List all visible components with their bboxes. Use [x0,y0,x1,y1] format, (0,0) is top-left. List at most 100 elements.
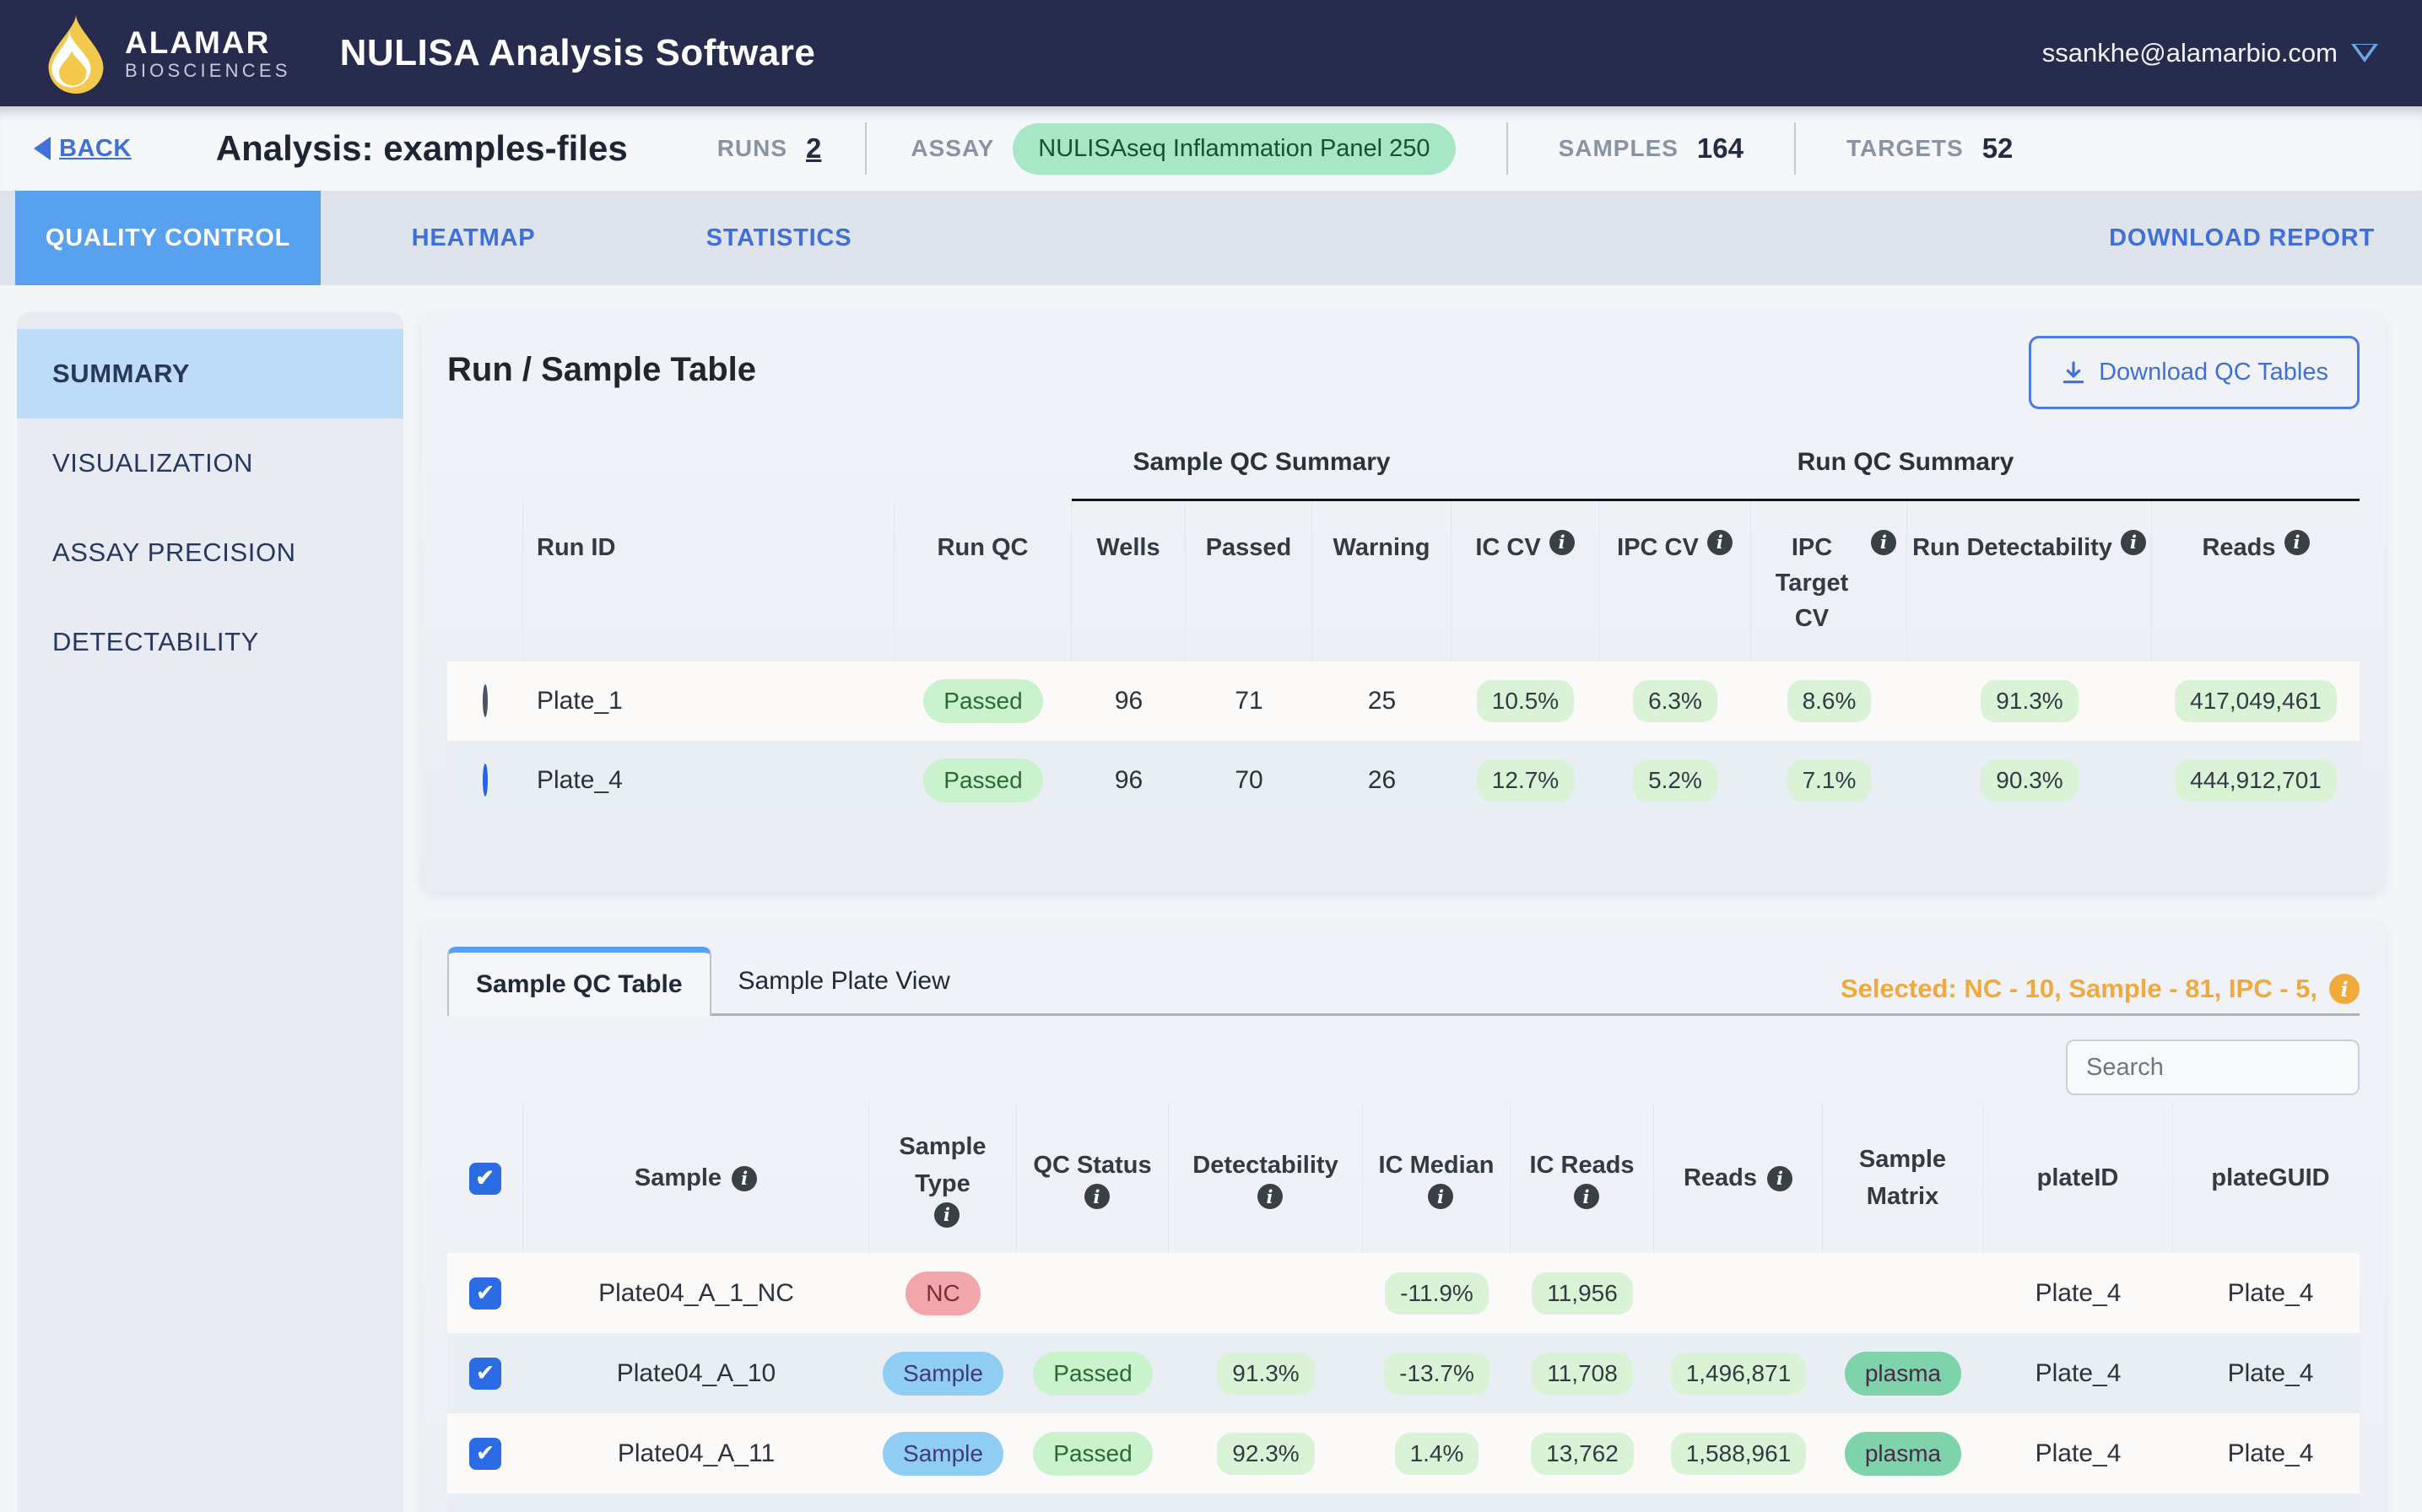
brand-logo: ALAMAR BIOSCIENCES [44,14,291,94]
runs-value[interactable]: 2 [806,132,821,165]
col-detectability: Detectabilityi [1169,1104,1363,1253]
col-reads: Readsi [1654,1104,1823,1253]
col-sample: Samplei [523,1104,869,1253]
run-table: Sample QC Summary Run QC Summary Run ID … [447,448,2360,820]
divider [1794,122,1796,175]
run-radio-plate4[interactable] [483,764,488,796]
col-run-qc: Run QC [895,501,1072,662]
download-report-button[interactable]: DOWNLOAD REPORT [2109,191,2422,285]
sidebar-item-assay-precision[interactable]: ASSAY PRECISION [17,508,403,597]
info-icon[interactable]: i [1257,1184,1283,1209]
user-menu[interactable]: ssankhe@alamarbio.com [2042,38,2378,68]
col-ic-median: IC Mediani [1363,1104,1511,1253]
ipc-target-cv-value: 7.1% [1787,759,1872,802]
ipc-cv-value: 6.3% [1633,680,1717,722]
chevron-down-icon[interactable] [2351,44,2378,62]
assay-stat: ASSAY NULISAseq Inflammation Panel 250 [911,123,1455,175]
sample-table-header: ✔ Samplei Sample Typei QC Statusi Detect… [447,1104,2360,1253]
wells-value: 96 [1072,766,1186,795]
table-row[interactable]: Plate_4 Passed 96 70 26 12.7% 5.2% 7.1% … [447,741,2360,820]
brand-name: ALAMAR [125,27,291,58]
info-icon[interactable]: i [1707,530,1733,555]
info-icon[interactable]: i [2121,530,2146,555]
run-qc-badge: Passed [923,679,1042,723]
detectability: 91.3% [1217,1353,1314,1395]
run-detectability-value: 91.3% [1981,680,2078,722]
samples-label: SAMPLES [1559,135,1679,162]
sample-type-badge: Sample [883,1352,1003,1396]
plate-id: Plate_4 [1983,1359,2173,1388]
table-row[interactable]: ✔ Plate04_A_12_IPC_rep1 IPC Passed 96.1%… [447,1493,2360,1512]
download-icon [2060,359,2087,386]
plate-guid: Plate_4 [2173,1359,2368,1388]
tab-quality-control[interactable]: QUALITY CONTROL [15,191,321,285]
sidebar-item-detectability[interactable]: DETECTABILITY [17,597,403,687]
qc-sidebar: SUMMARY VISUALIZATION ASSAY PRECISION DE… [17,312,403,1512]
info-icon-orange[interactable]: i [2329,974,2360,1004]
ic-median: -11.9% [1385,1272,1489,1315]
back-button[interactable]: BACK [34,135,132,163]
sidebar-item-summary[interactable]: SUMMARY [17,329,403,418]
app-window: ALAMAR BIOSCIENCES NULISA Analysis Softw… [0,0,2422,1512]
info-icon[interactable]: i [1767,1166,1792,1191]
ic-cv-value: 12.7% [1477,759,1574,802]
tab-heatmap[interactable]: HEATMAP [321,191,626,285]
col-ipc-cv: IPC CVi [1599,501,1751,662]
main-content: Run / Sample Table Download QC Tables Sa… [422,285,2385,1512]
info-icon[interactable]: i [732,1166,757,1191]
run-radio-plate1[interactable] [483,684,488,717]
tab-sample-plate-view[interactable]: Sample Plate View [711,947,977,1016]
app-title: NULISA Analysis Software [340,32,816,74]
col-ic-cv: IC CVi [1452,501,1599,662]
col-plate-guid: plateGUID [2173,1104,2368,1253]
row-checkbox[interactable]: ✔ [469,1438,501,1470]
page-title: Analysis: examples-files [216,128,628,169]
main-tabbar: QUALITY CONTROL HEATMAP STATISTICS DOWNL… [0,191,2422,285]
sample-name: Plate04_A_10 [523,1359,869,1388]
sidebar-item-visualization[interactable]: VISUALIZATION [17,418,403,508]
info-icon[interactable]: i [2284,530,2310,555]
table-row[interactable]: ✔ Plate04_A_1_NC NC -11.9% 11,956 Plate_… [447,1253,2360,1333]
divider [1506,122,1508,175]
run-id: Plate_1 [523,687,895,716]
info-icon[interactable]: i [1574,1184,1599,1209]
sample-name: Plate04_A_1_NC [523,1279,869,1308]
runs-label: RUNS [717,135,787,162]
col-qc-status: QC Statusi [1017,1104,1169,1253]
reads: 1,496,871 [1671,1353,1807,1395]
tab-statistics[interactable]: STATISTICS [626,191,932,285]
run-table-header: Run ID Run QC Wells Passed Warning IC CV… [447,501,2360,662]
select-all-checkbox[interactable]: ✔ [469,1163,501,1195]
wells-value: 96 [1072,687,1186,716]
info-icon[interactable]: i [1549,530,1575,555]
ipc-cv-value: 5.2% [1633,759,1717,802]
table-row[interactable]: Plate_1 Passed 96 71 25 10.5% 6.3% 8.6% … [447,662,2360,741]
run-table-group-header: Sample QC Summary Run QC Summary [447,448,2360,501]
col-passed: Passed [1186,501,1312,662]
tab-sample-qc-table[interactable]: Sample QC Table [447,947,711,1016]
selected-summary: Selected: NC - 10, Sample - 81, IPC - 5,… [1841,974,2360,1016]
assay-badge: NULISAseq Inflammation Panel 250 [1013,123,1455,175]
qc-status-badge: Passed [1033,1352,1152,1396]
search-input[interactable] [2066,1040,2360,1095]
download-qc-tables-button[interactable]: Download QC Tables [2029,336,2360,409]
row-checkbox[interactable]: ✔ [469,1358,501,1390]
info-icon[interactable]: i [934,1202,960,1228]
col-run-id: Run ID [523,501,895,662]
col-ic-reads: IC Readsi [1511,1104,1654,1253]
info-icon[interactable]: i [1084,1184,1110,1209]
reads-value: 444,912,701 [2175,759,2337,802]
info-icon[interactable]: i [1871,530,1896,555]
ic-median: -13.7% [1384,1353,1489,1395]
row-checkbox[interactable]: ✔ [469,1277,501,1310]
col-plate-id: plateID [1983,1104,2173,1253]
table-row[interactable]: ✔ Plate04_A_10 Sample Passed 91.3% -13.7… [447,1333,2360,1413]
detectability: 92.3% [1217,1433,1314,1475]
table-row[interactable]: ✔ Plate04_A_11 Sample Passed 92.3% 1.4% … [447,1413,2360,1493]
reads: 1,588,961 [1671,1433,1807,1475]
col-run-detectability: Run Detectabilityi [1907,501,2152,662]
sample-tabs: Sample QC Table Sample Plate View Select… [447,935,2360,1016]
group-run-qc-summary: Run QC Summary [1452,448,2360,501]
info-icon[interactable]: i [1428,1184,1453,1209]
assay-label: ASSAY [911,135,994,162]
